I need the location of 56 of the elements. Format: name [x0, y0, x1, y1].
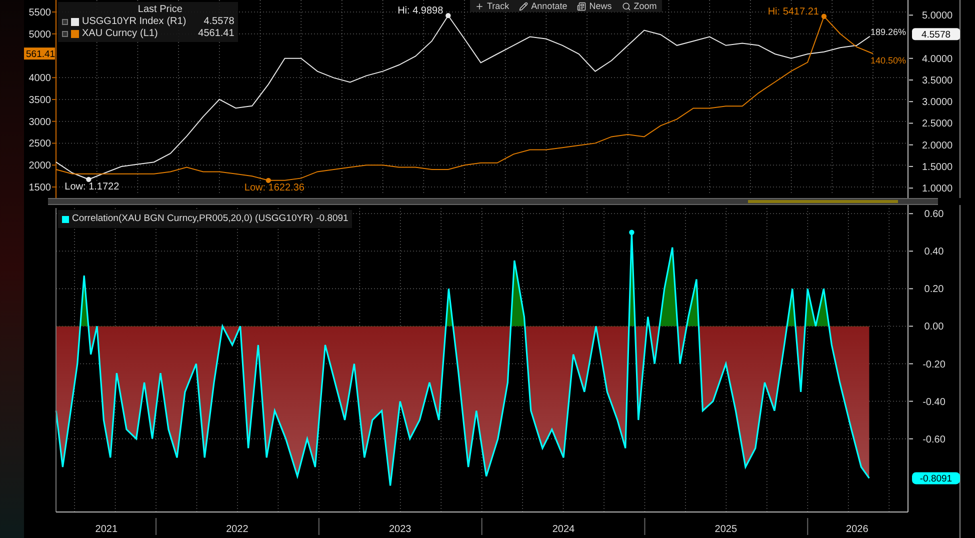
- toolbar-button[interactable]: Annotate: [514, 0, 572, 12]
- legend-label: Correlation(XAU BGN Curncy,PR005,20,0) (USGG10YR): [72, 212, 314, 226]
- data-label: Hi: 5417.21: [768, 6, 819, 18]
- legend-value: 4561.41: [197, 28, 234, 40]
- axis-label: 0.40: [924, 246, 944, 258]
- price-flag: 561.41: [24, 48, 56, 60]
- axis-label: 2026: [846, 524, 868, 535]
- legend-title: Last Price: [136, 4, 182, 16]
- legend-label: (R1): [166, 16, 188, 28]
- axis-label: 3500: [28, 95, 51, 106]
- data-label: Hi: 4.9898: [398, 6, 444, 17]
- price-flag: 4.5578: [912, 28, 960, 41]
- axis-label: 3.5000: [922, 76, 953, 86]
- data-label: Low: 1.1722: [64, 181, 120, 192]
- toolbar-button[interactable]: News: [572, 0, 617, 12]
- axis-label: -0.40: [922, 396, 946, 408]
- legend-label: XAU Curncy: [82, 28, 138, 40]
- pencil-icon: [519, 2, 528, 10]
- axis-label: 4000: [28, 73, 51, 84]
- axis-label: 0.60: [924, 209, 944, 220]
- legend-value: 4.5578: [202, 16, 234, 28]
- legend-value: -0.8091: [316, 212, 348, 226]
- axis-label: 5000: [28, 29, 51, 40]
- axis-label: 5.0000: [922, 10, 953, 22]
- axis-label: 0.00: [924, 322, 944, 333]
- axis-label: 2.0000: [922, 140, 953, 152]
- axis-label: -0.60: [922, 434, 946, 446]
- axis-label: 2022: [226, 524, 248, 535]
- value-flag: -0.8091: [912, 472, 960, 485]
- data-label: Low: 1622.36: [244, 182, 304, 194]
- legend-label: (L1): [140, 28, 159, 40]
- axis-label: 3.0000: [922, 97, 953, 108]
- axis-label: 1500: [28, 182, 51, 194]
- search-icon: [622, 2, 631, 10]
- axis-label: 5500: [28, 8, 51, 18]
- toolbar-button[interactable]: Track: [470, 0, 514, 12]
- newspaper-icon: [577, 2, 586, 10]
- toolbar-button[interactable]: Zoom: [616, 0, 662, 12]
- axis-label: 2021: [95, 524, 118, 535]
- axis-label: 1.0000: [922, 184, 953, 195]
- marker-dot: [629, 230, 634, 235]
- change-label: 140.50%: [870, 56, 906, 66]
- axis-label: 2025: [714, 524, 738, 535]
- axis-label: 2000: [28, 160, 51, 172]
- change-label: 189.26%: [870, 27, 906, 38]
- crosshair-icon: [475, 2, 484, 10]
- axis-label: 3000: [28, 116, 51, 128]
- axis-label: 1.5000: [922, 162, 953, 173]
- axis-label: 2023: [388, 524, 412, 535]
- axis-label: 2.5000: [922, 118, 953, 130]
- axis-label: 4.0000: [922, 54, 953, 65]
- legend-label: USGG10YR Index: [82, 16, 164, 28]
- axis-label: 0.20: [924, 284, 944, 296]
- axis-label: -0.20: [922, 359, 946, 370]
- axis-label: 2024: [552, 524, 575, 535]
- axis-label: 2500: [28, 138, 51, 150]
